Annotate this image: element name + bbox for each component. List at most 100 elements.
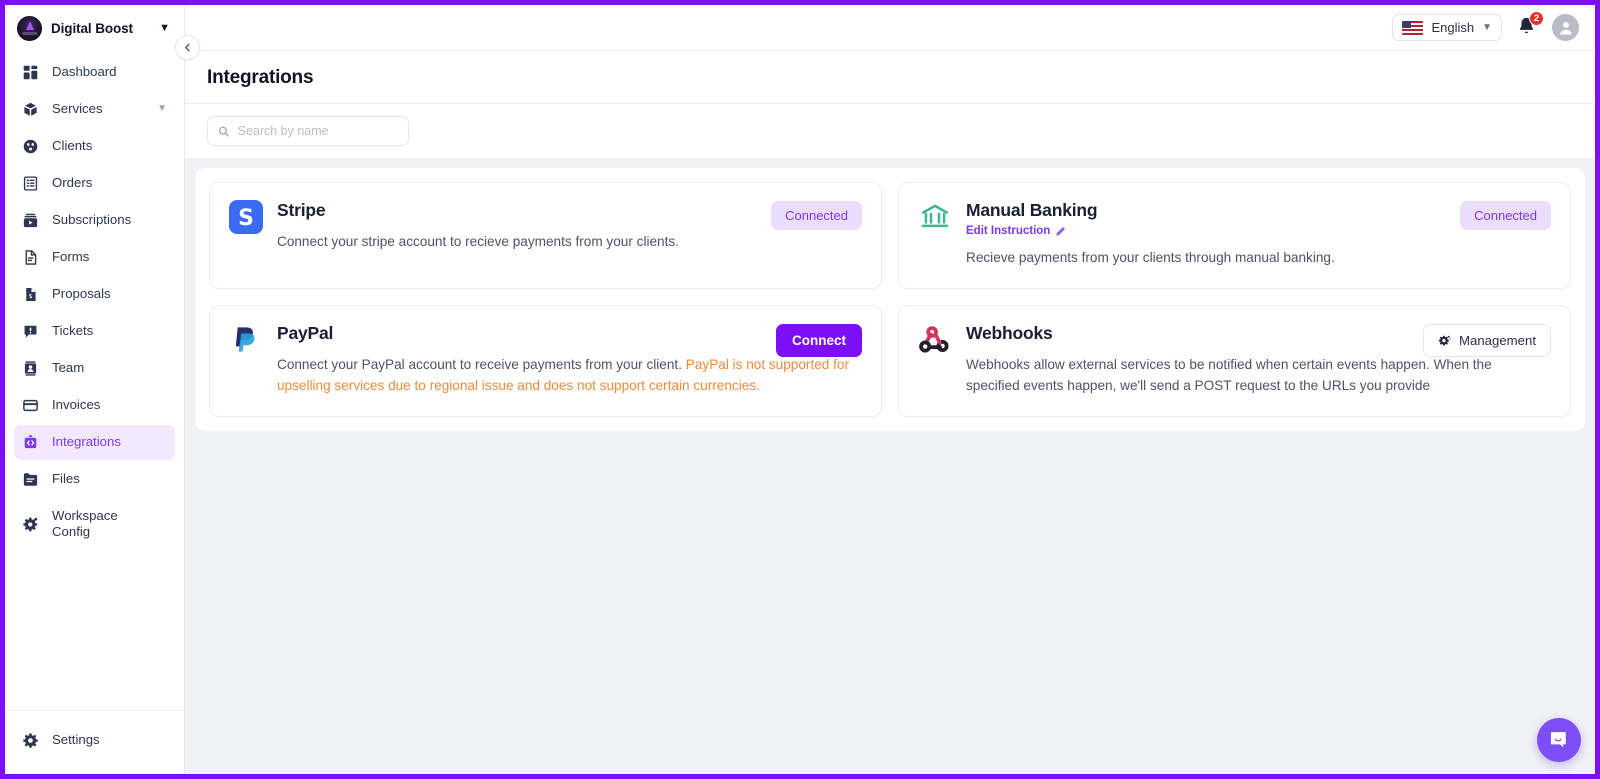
user-avatar-icon (1559, 21, 1572, 35)
sidebar-item-label: Settings (52, 732, 100, 748)
status-badge[interactable]: Connected (1460, 201, 1551, 230)
sidebar-item-label: Tickets (52, 323, 94, 339)
card-title: Manual Banking (966, 200, 1098, 220)
proposals-icon: $ (26, 287, 36, 302)
gear-icon (23, 733, 38, 748)
sidebar-item-tickets[interactable]: Tickets (14, 314, 175, 349)
chat-widget-button[interactable] (1537, 718, 1581, 762)
sidebar-item-team[interactable]: Team (14, 351, 175, 386)
card-title: PayPal (277, 323, 334, 344)
chevron-down-icon: ▼ (1482, 22, 1492, 33)
notifications-button[interactable]: 2 (1516, 10, 1544, 40)
sidebar-item-label: Team (52, 360, 85, 376)
sidebar-item-orders[interactable]: Orders (14, 166, 175, 201)
connect-button[interactable]: Connect (776, 324, 862, 358)
integrations-icon (24, 435, 37, 449)
search-row (185, 104, 1595, 158)
management-button[interactable]: Management (1423, 324, 1551, 358)
paypal-icon (229, 323, 263, 357)
orders-icon (23, 176, 38, 191)
sidebar-item-label: Clients (52, 138, 93, 154)
sidebar-item-clients[interactable]: Clients (14, 129, 175, 164)
app-window: Digital Boost ▼ Dashboard Services ▼ Cli… (0, 0, 1600, 779)
sidebar-item-integrations[interactable]: Integrations (14, 425, 175, 460)
sidebar-item-dashboard[interactable]: Dashboard (14, 55, 175, 90)
card-description-text: Connect your PayPal account to receive p… (277, 357, 686, 373)
integration-card-paypal: PayPal Connect your PayPal account to re… (209, 305, 882, 418)
card-title: Stripe (277, 200, 326, 220)
search-box[interactable] (207, 116, 409, 146)
clients-icon (23, 139, 38, 154)
status-badge[interactable]: Connected (771, 201, 862, 230)
webhooks-icon (918, 323, 952, 357)
tickets-icon (24, 325, 37, 338)
sidebar-item-label: Integrations (52, 434, 121, 450)
pencil-icon (1056, 226, 1066, 236)
language-selector[interactable]: English ▼ (1392, 14, 1502, 41)
card-warning-tail: . (756, 378, 760, 394)
sidebar-item-files[interactable]: Files (14, 462, 175, 497)
chevron-left-icon (184, 43, 190, 52)
search-icon (218, 126, 229, 136)
chevron-down-icon[interactable]: ▼ (157, 103, 167, 115)
sidebar-item-settings[interactable]: Settings (14, 723, 175, 758)
page-header: Integrations (185, 51, 1595, 104)
notification-count-badge: 2 (1529, 10, 1544, 26)
svg-text:S: S (238, 206, 254, 231)
sidebar-item-label: Services (52, 101, 103, 117)
team-icon (24, 361, 37, 376)
search-input[interactable] (237, 124, 398, 138)
language-label: English (1431, 20, 1475, 35)
sidebar-item-label: Orders (52, 175, 93, 191)
edit-instruction-link[interactable]: Edit Instruction (966, 225, 1066, 237)
sidebar-footer: Settings (5, 710, 184, 774)
page-title: Integrations (207, 67, 314, 88)
sidebar-item-workspace-config[interactable]: Workspace Config (14, 499, 175, 549)
content-area: S Stripe Connect your stripe account to … (185, 158, 1595, 774)
card-description: Recieve payments from your clients throu… (966, 250, 1335, 265)
main-content: English ▼ 2 Integrations Search by name … (185, 5, 1595, 774)
sidebar-item-services[interactable]: Services ▼ (14, 92, 175, 127)
sidebar-item-label: Dashboard (52, 64, 117, 80)
sidebar-item-proposals[interactable]: $ Proposals (14, 277, 175, 312)
card-description: Connect your PayPal account to receive p… (277, 354, 854, 396)
integration-card-stripe: S Stripe Connect your stripe account to … (209, 182, 882, 290)
card-description: Webhooks allow external services to be n… (966, 357, 1492, 394)
workspace-config-icon (23, 517, 38, 531)
brand-workspace-switcher[interactable]: Digital Boost ▼ (5, 5, 184, 51)
management-label: Management (1459, 333, 1536, 349)
sidebar-item-forms[interactable]: Forms (14, 240, 175, 275)
invoices-icon (23, 399, 38, 412)
topbar: English ▼ 2 (185, 5, 1595, 51)
stripe-icon: S (229, 200, 263, 234)
integration-card-manual-banking: Manual Banking Edit Instruction Recieve … (898, 182, 1571, 290)
sidebar-item-label: Files (52, 471, 80, 487)
sidebar-item-subscriptions[interactable]: Subscriptions (14, 203, 175, 238)
box-icon (24, 102, 37, 117)
sidebar-collapse-button[interactable] (175, 35, 200, 60)
integration-card-webhooks: Webhooks Webhooks allow external service… (898, 305, 1571, 418)
card-description: Connect your stripe account to recieve p… (277, 234, 679, 249)
chevron-down-icon[interactable]: ▼ (159, 22, 170, 34)
svg-text:$: $ (28, 292, 32, 300)
dashboard-icon (23, 65, 38, 80)
sidebar-item-label: Invoices (52, 397, 101, 413)
brand-name: Digital Boost (51, 20, 133, 36)
avatar[interactable] (1552, 14, 1579, 41)
edit-instruction-label: Edit Instruction (966, 225, 1051, 237)
files-icon (23, 473, 38, 486)
gear-sparkle-icon (1438, 335, 1451, 346)
sidebar-item-label: Workspace Config (52, 508, 118, 540)
forms-icon (25, 250, 37, 265)
sidebar: Digital Boost ▼ Dashboard Services ▼ Cli… (5, 5, 185, 774)
sidebar-item-label: Forms (52, 249, 90, 265)
sidebar-item-invoices[interactable]: Invoices (14, 388, 175, 423)
integrations-panel: S Stripe Connect your stripe account to … (195, 168, 1585, 432)
bank-icon (918, 200, 952, 234)
sidebar-item-label: Proposals (52, 286, 111, 302)
chat-bubble-icon (1550, 732, 1566, 748)
brand-logo-icon (17, 15, 42, 41)
sidebar-nav: Dashboard Services ▼ Clients Orders Subs… (5, 51, 184, 710)
subscriptions-icon (23, 213, 38, 228)
certain-currencies-link[interactable]: certain currencies (649, 378, 756, 393)
